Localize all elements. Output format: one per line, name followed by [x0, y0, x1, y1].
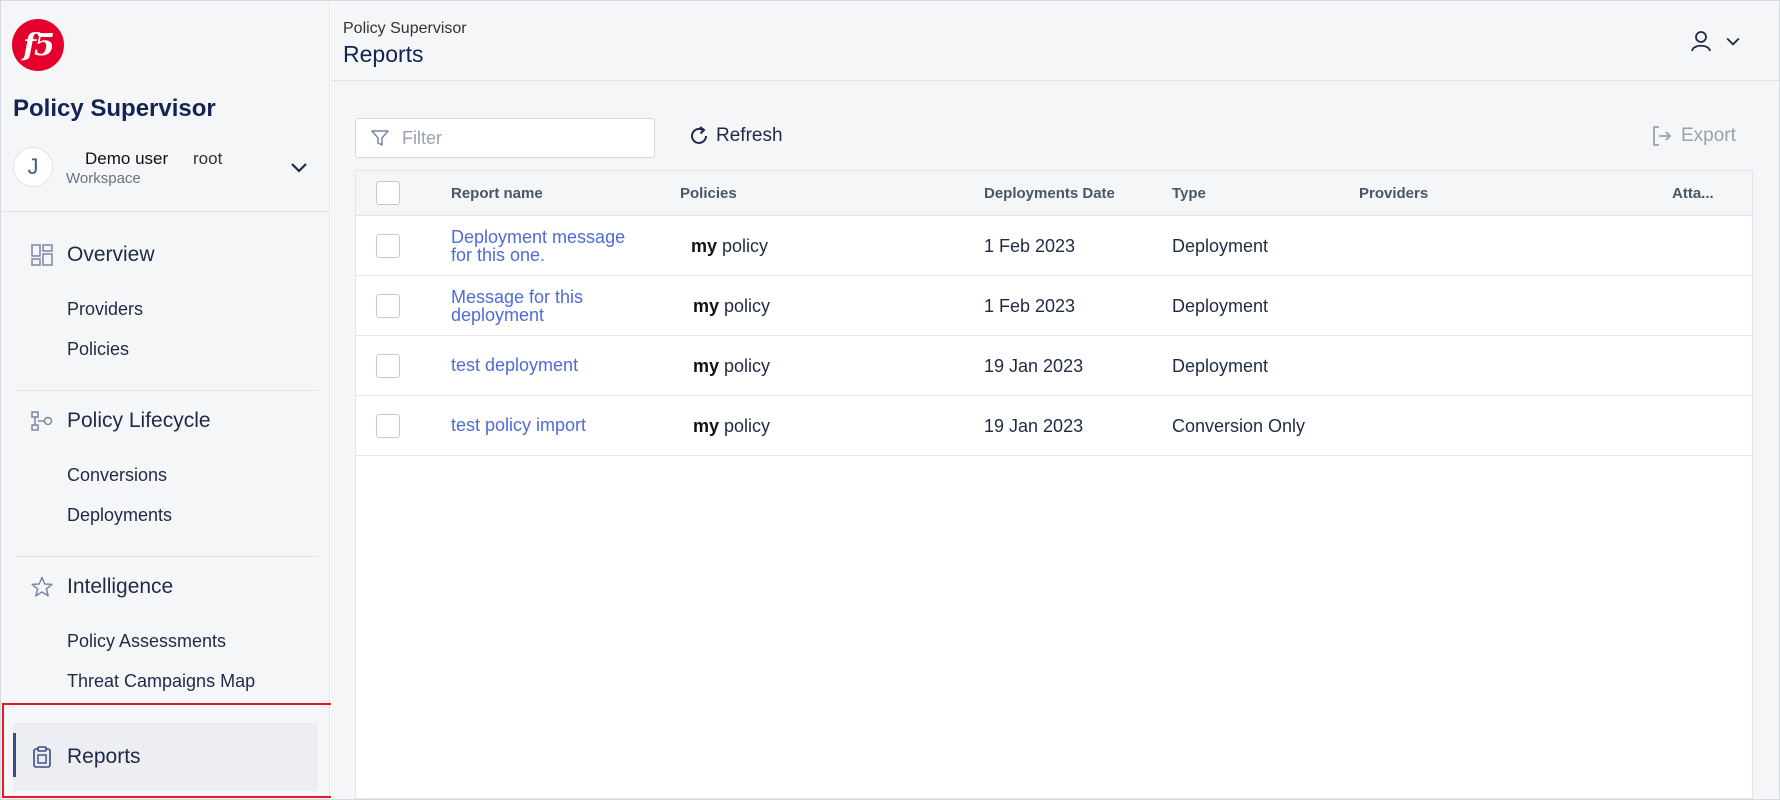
policy-name: policy: [722, 236, 769, 256]
user-name: Demo user: [85, 149, 169, 168]
deployment-date: 1 Feb 2023: [984, 236, 1076, 256]
sidebar-divider: [15, 390, 318, 391]
sidebar-divider: [2, 211, 330, 212]
filter-input[interactable]: [402, 127, 642, 149]
f5-logo[interactable]: f5: [12, 19, 64, 71]
row-checkbox[interactable]: [376, 294, 400, 318]
sidebar-divider: [15, 556, 318, 557]
workspace-name: root: [193, 149, 223, 168]
export-button[interactable]: Export: [1651, 125, 1736, 147]
table-header: Report name Policies Deployments Date Ty…: [356, 171, 1752, 216]
sidebar-section-label: Overview: [67, 243, 155, 266]
policy-cell: my policy: [693, 356, 770, 377]
sidebar-item-policy-assessments[interactable]: Policy Assessments: [67, 631, 226, 652]
table-row[interactable]: Message for this deployment my policy 1 …: [356, 276, 1752, 336]
user-icon: [1691, 31, 1711, 52]
column-header-deployments-date[interactable]: Deployments Date: [984, 185, 1115, 202]
avatar: J: [13, 147, 53, 187]
table-row[interactable]: test deployment my policy 19 Jan 2023 De…: [356, 336, 1752, 396]
policy-name: policy: [724, 356, 771, 376]
sidebar-section-policy-lifecycle[interactable]: Policy Lifecycle: [31, 409, 211, 433]
policy-name: policy: [724, 296, 771, 316]
row-checkbox[interactable]: [376, 234, 400, 258]
sidebar-section-overview[interactable]: Overview: [31, 243, 155, 267]
deployment-date: 19 Jan 2023: [984, 416, 1084, 436]
report-name-link[interactable]: test deployment: [451, 356, 711, 374]
policy-prefix: my: [693, 416, 720, 436]
refresh-button[interactable]: Refresh: [688, 125, 783, 147]
report-name-link[interactable]: test policy import: [451, 416, 711, 434]
column-header-attached[interactable]: Atta...: [1672, 185, 1714, 202]
table-row[interactable]: Deployment message for this one. my poli…: [356, 216, 1752, 276]
policy-prefix: my: [693, 356, 720, 376]
refresh-icon: [691, 126, 707, 144]
filter-box[interactable]: [355, 118, 655, 158]
policy-cell: my policy: [693, 296, 770, 317]
sidebar-section-label: Policy Lifecycle: [67, 409, 211, 432]
policy-name: policy: [724, 416, 771, 436]
report-type: Deployment: [1172, 356, 1269, 376]
sidebar-section-intelligence[interactable]: Intelligence: [31, 575, 173, 599]
deployment-date: 19 Jan 2023: [984, 356, 1084, 376]
page-header: Policy Supervisor Reports: [331, 1, 1779, 81]
export-icon: [1653, 126, 1672, 146]
filter-icon: [371, 130, 389, 146]
column-header-policies[interactable]: Policies: [680, 185, 737, 202]
deployment-date: 1 Feb 2023: [984, 296, 1076, 316]
table-row[interactable]: test policy import my policy 19 Jan 2023…: [356, 396, 1752, 456]
sidebar-item-threat-campaigns-map[interactable]: Threat Campaigns Map: [67, 671, 255, 692]
sidebar-item-providers[interactable]: Providers: [67, 299, 143, 320]
policy-cell: my policy: [691, 236, 768, 257]
column-header-providers[interactable]: Providers: [1359, 185, 1428, 202]
report-type: Deployment: [1172, 236, 1269, 256]
sidebar-item-deployments[interactable]: Deployments: [67, 505, 172, 526]
toolbar: Refresh Export: [355, 118, 1755, 158]
report-name-link[interactable]: Message for this deployment: [451, 288, 611, 324]
row-checkbox[interactable]: [376, 354, 400, 378]
refresh-label: Refresh: [716, 125, 783, 146]
sidebar-section-label: Intelligence: [67, 575, 174, 598]
breadcrumb[interactable]: Policy Supervisor: [343, 20, 467, 38]
app-name: Policy Supervisor: [13, 95, 216, 122]
sidebar: f5 Policy Supervisor J Demo user root Wo…: [1, 1, 330, 799]
report-type: Deployment: [1172, 296, 1269, 316]
policy-prefix: my: [691, 236, 718, 256]
main-content: Refresh Export Report name Policies Depl…: [331, 81, 1779, 799]
policy-cell: my policy: [693, 416, 770, 437]
policy-prefix: my: [693, 296, 720, 316]
user-menu[interactable]: [1689, 29, 1743, 53]
report-type: Conversion Only: [1172, 416, 1306, 436]
sidebar-item-policies[interactable]: Policies: [67, 339, 129, 360]
column-header-report-name[interactable]: Report name: [451, 185, 543, 202]
workspace-label: Workspace: [66, 170, 141, 187]
row-checkbox[interactable]: [376, 414, 400, 438]
sidebar-item-conversions[interactable]: Conversions: [67, 465, 167, 486]
page-title: Reports: [343, 41, 424, 67]
chevron-down-icon: [1726, 37, 1740, 46]
chevron-down-icon[interactable]: [287, 155, 311, 179]
reports-table: Report name Policies Deployments Date Ty…: [355, 170, 1753, 799]
workspace-selector[interactable]: J Demo user root Workspace: [13, 147, 313, 189]
lifecycle-icon: [31, 411, 53, 431]
export-label: Export: [1681, 125, 1736, 146]
star-icon: [31, 576, 53, 597]
select-all-checkbox[interactable]: [376, 181, 400, 205]
dashboard-icon: [31, 244, 53, 266]
column-header-type[interactable]: Type: [1172, 185, 1206, 202]
highlight-box: [2, 703, 353, 798]
report-name-link[interactable]: Deployment message for this one.: [451, 228, 651, 264]
